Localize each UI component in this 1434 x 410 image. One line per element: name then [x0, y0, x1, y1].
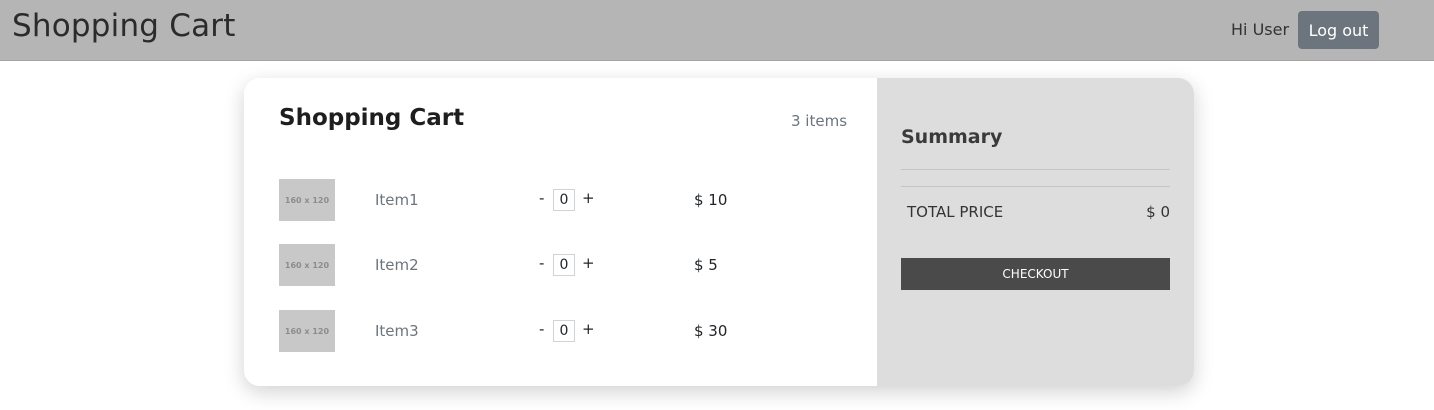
cart-title: Shopping Cart: [279, 105, 465, 131]
item-name: Item2: [375, 256, 419, 274]
app-brand: Shopping Cart: [12, 8, 236, 44]
quantity-input[interactable]: [553, 320, 575, 342]
product-thumbnail: 160 x 120: [279, 244, 335, 286]
total-price-label: TOTAL PRICE: [907, 203, 1004, 221]
decrease-quantity-button[interactable]: -: [539, 320, 544, 338]
product-thumbnail: 160 x 120: [279, 179, 335, 221]
cart-panel: Shopping Cart 3 items 160 x 120 Item1 - …: [244, 78, 877, 386]
quantity-input[interactable]: [553, 254, 575, 276]
item-price: $ 10: [694, 191, 728, 209]
increase-quantity-button[interactable]: +: [582, 320, 595, 338]
decrease-quantity-button[interactable]: -: [539, 189, 544, 207]
cart-item-row: 160 x 120 Item3 - + $ 30: [244, 310, 877, 352]
cart-item-row: 160 x 120 Item2 - + $ 5: [244, 244, 877, 286]
summary-panel: Summary TOTAL PRICE $ 0 CHECKOUT: [877, 78, 1194, 386]
checkout-button[interactable]: CHECKOUT: [901, 258, 1170, 290]
divider: [901, 169, 1170, 170]
logout-button[interactable]: Log out: [1298, 11, 1379, 49]
quantity-input[interactable]: [553, 189, 575, 211]
increase-quantity-button[interactable]: +: [582, 189, 595, 207]
top-navbar: Shopping Cart Hi User Log out: [0, 0, 1434, 61]
thumbnail-placeholder-label: 160 x 120: [284, 260, 330, 270]
summary-title: Summary: [901, 126, 1003, 148]
decrease-quantity-button[interactable]: -: [539, 254, 544, 272]
total-price-value: $ 0: [1146, 203, 1170, 221]
thumbnail-placeholder-label: 160 x 120: [284, 326, 330, 336]
item-count: 3 items: [791, 112, 848, 130]
item-price: $ 30: [694, 322, 728, 340]
thumbnail-placeholder-label: 160 x 120: [284, 195, 330, 205]
cart-item-row: 160 x 120 Item1 - + $ 10: [244, 179, 877, 221]
user-greeting: Hi User: [1231, 20, 1290, 39]
cart-card: Shopping Cart 3 items 160 x 120 Item1 - …: [244, 78, 1194, 386]
item-price: $ 5: [694, 256, 718, 274]
item-name: Item1: [375, 191, 419, 209]
item-name: Item3: [375, 322, 419, 340]
product-thumbnail: 160 x 120: [279, 310, 335, 352]
divider: [901, 186, 1170, 187]
increase-quantity-button[interactable]: +: [582, 254, 595, 272]
